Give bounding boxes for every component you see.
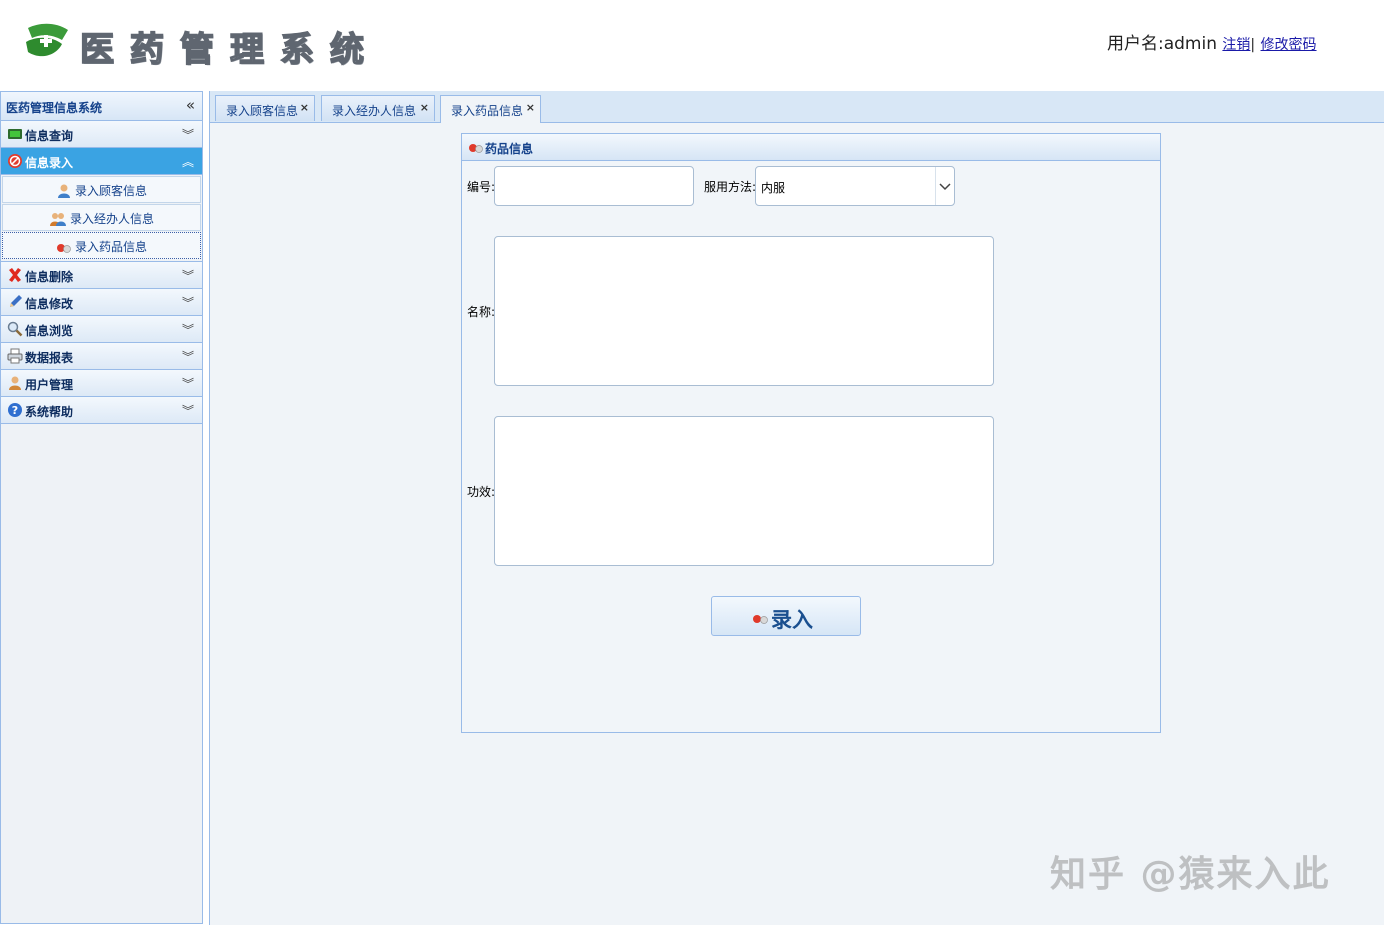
pill-icon: [469, 144, 483, 153]
expand-icon: ︾: [181, 296, 194, 310]
submenu-agent[interactable]: 录入经办人信息: [2, 204, 201, 231]
chevron-down-icon: [935, 167, 951, 205]
drug-info-panel: 药品信息 编号: 服用方法: 内服 名称: 功效: 录入: [461, 133, 1161, 733]
close-icon[interactable]: ×: [526, 101, 535, 114]
sidebar-section-label: 数据报表: [25, 351, 74, 365]
sidebar-section-users[interactable]: 用户管理 ︾: [1, 370, 202, 397]
pill-icon: [753, 615, 768, 624]
pill-icon: [56, 243, 71, 253]
effect-label: 功效:: [467, 485, 496, 499]
tab-agent[interactable]: 录入经办人信息 ×: [321, 95, 435, 121]
sidebar-section-modify[interactable]: 信息修改 ︾: [1, 289, 202, 316]
sidebar-section-label: 信息录入: [25, 156, 74, 170]
submenu-label: 录入药品信息: [74, 240, 147, 254]
sidebar-section-label: 系统帮助: [25, 405, 74, 419]
watermark: 知乎 @猿来入此: [1050, 854, 1331, 895]
sidebar-section-label: 用户管理: [25, 378, 74, 392]
link-separator: |: [1250, 37, 1256, 53]
expand-icon: ︾: [181, 128, 194, 142]
sidebar-section-label: 信息查询: [25, 129, 74, 143]
submit-button-label: 录入: [771, 608, 813, 632]
sidebar-section-label: 信息修改: [25, 297, 74, 311]
expand-icon: ︾: [181, 377, 194, 391]
sidebar-section-label: 信息删除: [25, 270, 74, 284]
usage-label: 服用方法:: [704, 180, 757, 194]
id-label: 编号:: [467, 180, 496, 194]
tab-customer[interactable]: 录入顾客信息 ×: [215, 95, 315, 121]
id-input[interactable]: [494, 166, 694, 206]
sidebar-section-report[interactable]: 数据报表 ︾: [1, 343, 202, 370]
sidebar-section-query[interactable]: 信息查询 ︾: [1, 121, 202, 148]
close-icon[interactable]: ×: [300, 101, 309, 114]
collapse-up-icon: ︽: [181, 155, 194, 169]
tab-bar: 录入顾客信息 × 录入经办人信息 × 录入药品信息 ×: [210, 91, 1384, 123]
sidebar-section-delete[interactable]: 信息删除 ︾: [1, 262, 202, 289]
tab-label: 录入经办人信息: [332, 104, 417, 118]
submenu-customer[interactable]: 录入顾客信息: [2, 176, 201, 203]
customer-icon: [57, 184, 70, 198]
monitor-icon: [8, 129, 22, 139]
expand-icon: ︾: [181, 269, 194, 283]
panel-title: 药品信息: [485, 142, 534, 156]
expand-icon: ︾: [181, 350, 194, 364]
svg-text:?: ?: [12, 404, 18, 417]
sidebar-header: 医药管理信息系统 «: [1, 92, 202, 121]
group-icon: [49, 212, 66, 226]
sidebar-section-label: 信息浏览: [25, 324, 74, 338]
stop-icon: [8, 154, 22, 168]
name-textarea[interactable]: [494, 236, 994, 386]
submit-button[interactable]: 录入: [711, 596, 861, 636]
username-label: 用户名:admin: [1107, 34, 1217, 54]
cross-icon: [9, 268, 21, 282]
printer-icon: [7, 348, 23, 364]
sidebar-section-help[interactable]: ? 系统帮助 ︾: [1, 397, 202, 424]
collapse-icon[interactable]: «: [186, 96, 195, 114]
submenu-drug[interactable]: 录入药品信息: [2, 232, 201, 259]
sidebar-section-browse[interactable]: 信息浏览 ︾: [1, 316, 202, 343]
usage-select[interactable]: 内服: [755, 166, 955, 206]
pencil-icon: [10, 295, 22, 307]
tab-drug[interactable]: 录入药品信息 ×: [440, 95, 541, 123]
name-label: 名称:: [467, 305, 496, 319]
sidebar: 医药管理信息系统 « 信息查询 ︾ 信息录入 ︽ 录入顾客信息 录入经办人信息: [0, 91, 203, 924]
expand-icon: ︾: [181, 323, 194, 337]
change-password-link[interactable]: 修改密码: [1261, 37, 1317, 53]
tab-label: 录入药品信息: [451, 104, 524, 118]
user-icon: [9, 376, 21, 390]
user-area: 用户名:admin 注销| 修改密码: [1107, 29, 1317, 54]
submenu-label: 录入经办人信息: [69, 212, 154, 226]
main-area: 录入顾客信息 × 录入经办人信息 × 录入药品信息 × 药品信息 编号: 服用方…: [209, 91, 1384, 925]
close-icon[interactable]: ×: [420, 101, 429, 114]
expand-icon: ︾: [181, 404, 194, 418]
logout-link[interactable]: 注销: [1222, 37, 1250, 53]
submenu-label: 录入顾客信息: [74, 184, 147, 198]
magnifier-icon: [7, 321, 23, 337]
tab-label: 录入顾客信息: [226, 104, 299, 118]
panel-header: 药品信息: [462, 134, 1160, 161]
sidebar-section-entry[interactable]: 信息录入 ︽: [1, 148, 202, 175]
app-header: 医药管理系统 用户名:admin 注销| 修改密码: [0, 0, 1384, 89]
sidebar-title: 医药管理信息系统: [6, 101, 103, 115]
logo-icon: [26, 23, 68, 57]
usage-select-value: 内服: [761, 181, 786, 195]
help-icon: ?: [8, 403, 22, 417]
app-title: 医药管理系统: [79, 29, 380, 71]
effect-textarea[interactable]: [494, 416, 994, 566]
entry-submenu: 录入顾客信息 录入经办人信息 录入药品信息: [1, 176, 202, 262]
